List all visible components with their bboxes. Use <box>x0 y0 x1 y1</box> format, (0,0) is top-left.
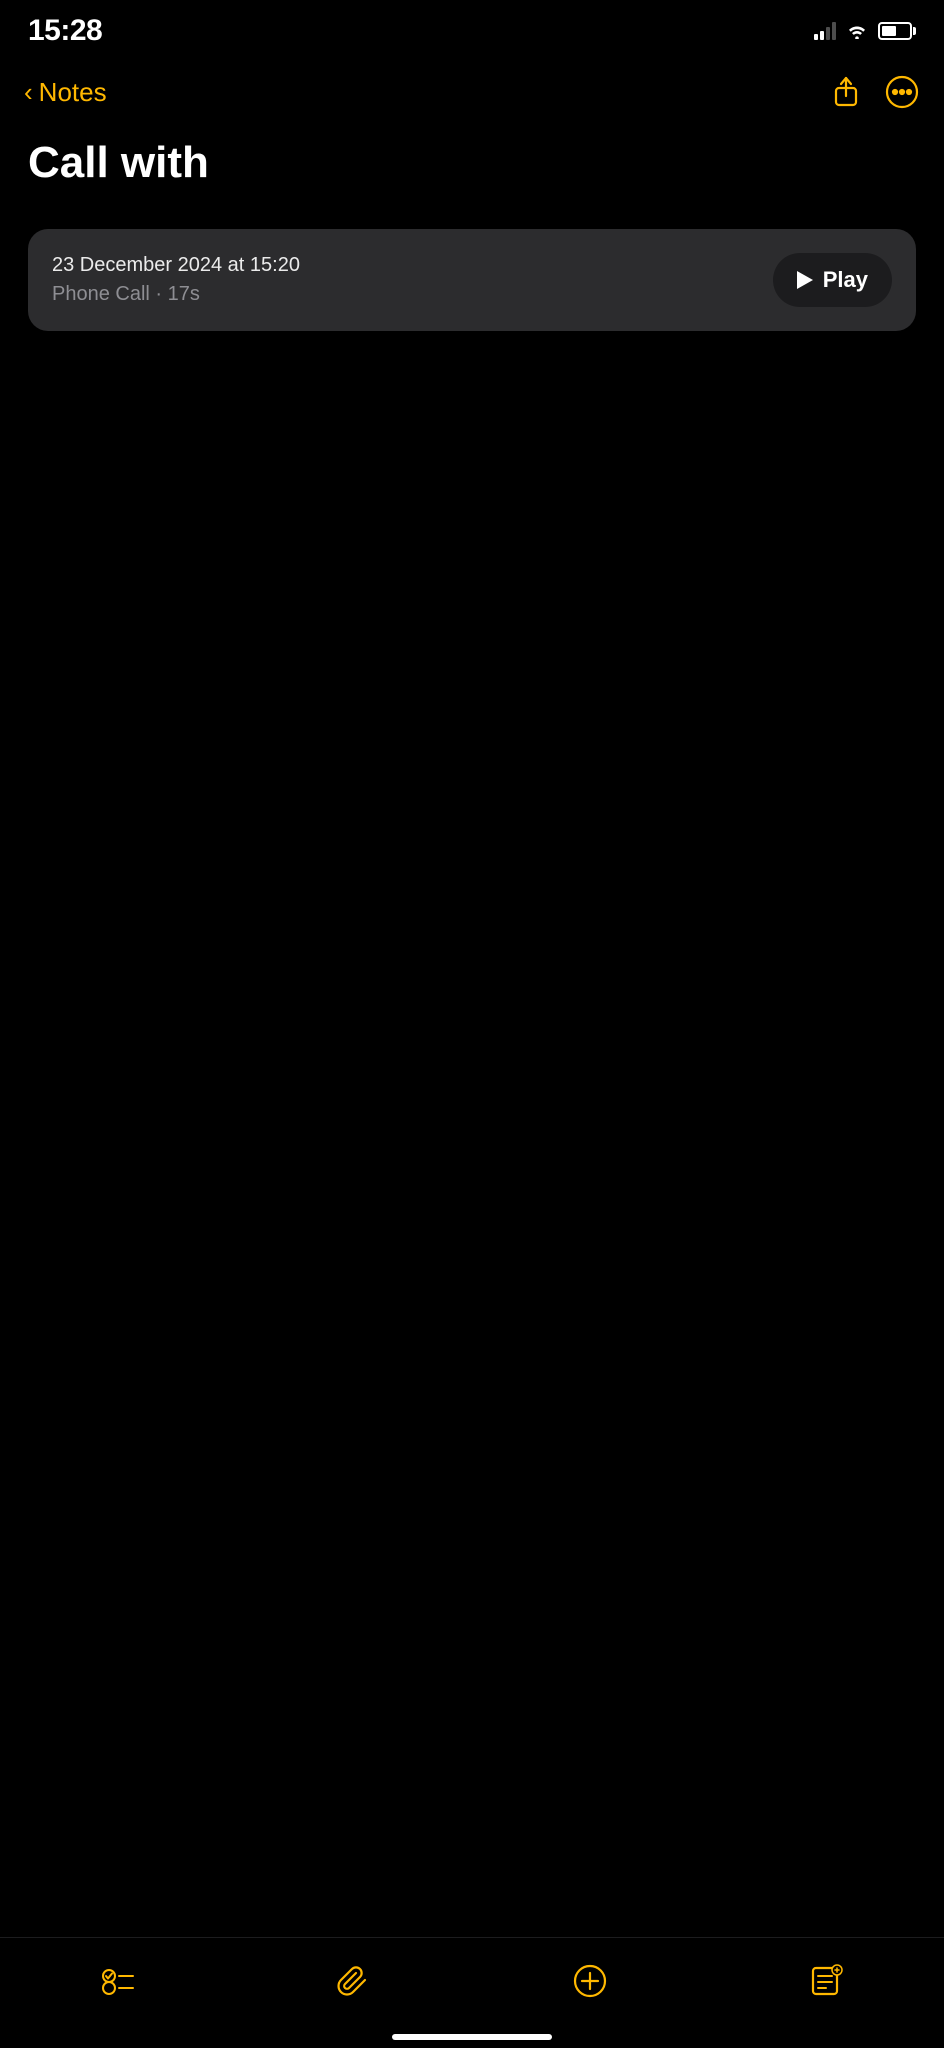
wifi-icon <box>846 23 868 39</box>
status-bar: 15:28 <box>0 0 944 56</box>
play-label: Play <box>823 267 868 293</box>
play-button[interactable]: Play <box>773 253 892 307</box>
attach-icon <box>335 1962 373 2000</box>
compose-icon <box>571 1962 609 2000</box>
signal-icon <box>814 22 836 40</box>
recording-info: 23 December 2024 at 15:20 Phone Call · 1… <box>52 254 300 306</box>
more-button[interactable] <box>884 74 920 110</box>
recording-date: 23 December 2024 at 15:20 <box>52 254 300 277</box>
attach-button[interactable] <box>327 1954 381 2008</box>
back-button[interactable]: ‹ Notes <box>24 77 107 108</box>
recording-card: 23 December 2024 at 15:20 Phone Call · 1… <box>28 229 916 331</box>
play-icon <box>797 271 813 289</box>
checklist-button[interactable] <box>91 1954 145 2008</box>
back-chevron-icon: ‹ <box>24 79 33 105</box>
share-button[interactable] <box>828 74 864 110</box>
share-icon <box>828 74 864 110</box>
edit-button[interactable] <box>799 1954 853 2008</box>
nav-bar: ‹ Notes <box>0 56 944 128</box>
content-area[interactable] <box>0 351 944 1251</box>
recording-meta: Phone Call · 17s <box>52 283 300 306</box>
note-title[interactable]: Call with <box>28 138 916 189</box>
checklist-icon <box>99 1962 137 2000</box>
compose-button[interactable] <box>563 1954 617 2008</box>
note-title-section: Call with <box>0 128 944 209</box>
back-label: Notes <box>39 77 107 108</box>
status-icons <box>814 22 916 40</box>
battery-icon <box>878 22 916 40</box>
home-indicator <box>392 2034 552 2040</box>
status-time: 15:28 <box>28 14 102 48</box>
nav-actions <box>828 74 920 110</box>
bottom-toolbar <box>0 1937 944 2048</box>
more-icon <box>884 74 920 110</box>
edit-icon <box>807 1962 845 2000</box>
